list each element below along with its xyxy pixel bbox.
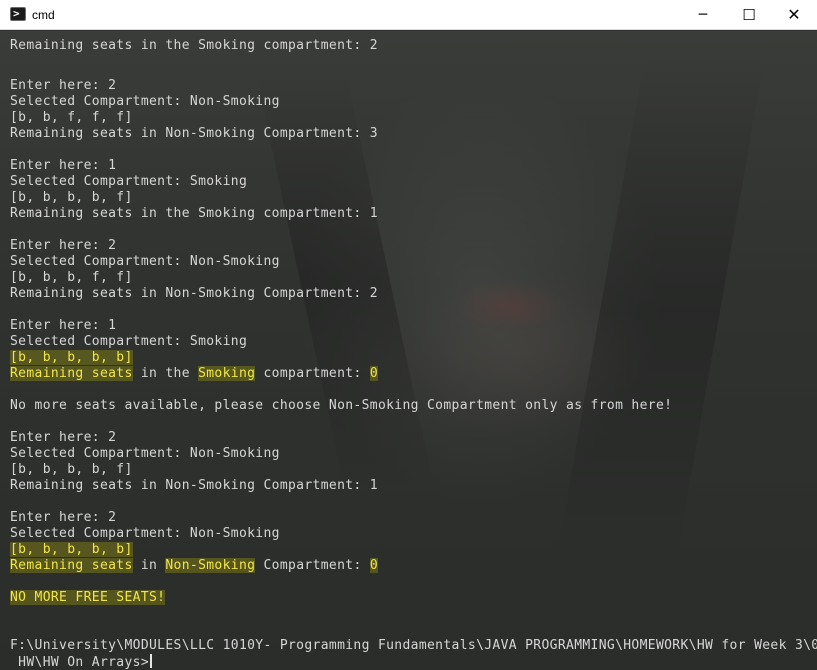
wallpaper-art: [554, 51, 766, 571]
console-text: HW\HW On Arrays>: [10, 655, 150, 670]
console-line: [b, b, b, f, f]: [10, 270, 133, 286]
console-line: Selected Compartment: Non-Smoking: [10, 446, 280, 462]
console-line: Remaining seats in the Smoking compartme…: [10, 206, 378, 222]
console-line: Selected Compartment: Non-Smoking: [10, 254, 280, 270]
console-text: Enter here: 1: [10, 158, 117, 173]
console-text: No more seats available, please choose N…: [10, 398, 673, 413]
console-line: Enter here: 2: [10, 78, 116, 94]
console-line: F:\University\MODULES\LLC 1010Y- Program…: [10, 638, 817, 654]
highlighted-text: 0: [369, 558, 378, 573]
console-line: Enter here: 1: [10, 318, 116, 334]
close-button[interactable]: ✕: [771, 0, 817, 30]
console-line: [b, b, b, b, b]: [10, 350, 133, 366]
console-line: Remaining seats in Non-Smoking Compartme…: [10, 126, 378, 142]
wallpaper-art: [455, 281, 565, 331]
console-text: F:\University\MODULES\LLC 1010Y- Program…: [10, 638, 817, 653]
console-text: Selected Compartment: Non-Smoking: [10, 254, 280, 269]
console-text: Remaining seats in Non-Smoking Compartme…: [10, 126, 378, 141]
console-line: NO MORE FREE SEATS!: [10, 590, 166, 606]
console-line: [b, b, b, b, f]: [10, 462, 133, 478]
console-text: Selected Compartment: Smoking: [10, 334, 248, 349]
highlighted-text: Remaining seats: [10, 366, 133, 381]
console-line: Selected Compartment: Smoking: [10, 334, 247, 350]
cmd-window: > cmd ─ ☐ ✕ Remaining seats in the Smoki…: [0, 0, 817, 670]
console-text: Remaining seats in the Smoking compartme…: [10, 206, 378, 221]
window-title: cmd: [32, 8, 55, 22]
console-text: Remaining seats in Non-Smoking Compartme…: [10, 286, 378, 301]
console-line: Enter here: 2: [10, 510, 116, 526]
console-text: [b, b, b, b, f]: [10, 190, 133, 205]
highlighted-text: [b, b, b, b, b]: [10, 350, 133, 365]
console-line: No more seats available, please choose N…: [10, 398, 672, 414]
console-text: Selected Compartment: Smoking: [10, 174, 248, 189]
console-text: [b, b, f, f, f]: [10, 110, 133, 125]
console-text: [b, b, b, b, f]: [10, 462, 133, 477]
console-text: Selected Compartment: Non-Smoking: [10, 526, 280, 541]
maximize-button[interactable]: ☐: [726, 0, 772, 30]
console-line: Selected Compartment: Non-Smoking: [10, 526, 280, 542]
highlighted-text: Non-Smoking: [165, 558, 256, 573]
console-line: Remaining seats in the Smoking compartme…: [10, 366, 378, 382]
console-text: in: [132, 558, 166, 573]
console-text: Selected Compartment: Non-Smoking: [10, 94, 280, 109]
console-text: Remaining seats in the Smoking compartme…: [10, 38, 378, 53]
console-line: [b, b, b, b, f]: [10, 190, 133, 206]
console-line: Selected Compartment: Smoking: [10, 174, 247, 190]
console-line: Enter here: 2: [10, 238, 116, 254]
minimize-button[interactable]: ─: [680, 0, 726, 30]
highlighted-text: [b, b, b, b, b]: [10, 542, 133, 557]
console-text: compartment:: [255, 366, 370, 381]
console-line: HW\HW On Arrays>: [10, 654, 153, 670]
console-text: in the: [132, 366, 199, 381]
console-line: [b, b, f, f, f]: [10, 110, 133, 126]
console-line: [b, b, b, b, b]: [10, 542, 133, 558]
text-cursor: [150, 654, 153, 668]
console-text: [b, b, b, f, f]: [10, 270, 133, 285]
highlighted-text: Smoking: [198, 366, 256, 381]
console-icon[interactable]: >: [10, 7, 26, 21]
console-text: Compartment:: [255, 558, 370, 573]
console-text: Remaining seats in Non-Smoking Compartme…: [10, 478, 378, 493]
console-line: Enter here: 2: [10, 430, 116, 446]
console-line: Selected Compartment: Non-Smoking: [10, 94, 280, 110]
highlighted-text: NO MORE FREE SEATS!: [10, 590, 166, 605]
highlighted-text: Remaining seats: [10, 558, 133, 573]
title-bar[interactable]: > cmd ─ ☐ ✕: [0, 0, 817, 30]
console-line: Remaining seats in Non-Smoking Compartme…: [10, 478, 378, 494]
console-text: Enter here: 2: [10, 510, 117, 525]
highlighted-text: 0: [369, 366, 378, 381]
console-output[interactable]: Remaining seats in the Smoking compartme…: [0, 31, 817, 670]
console-line: Remaining seats in Non-Smoking Compartme…: [10, 558, 378, 574]
console-text: Selected Compartment: Non-Smoking: [10, 446, 280, 461]
console-text: Enter here: 1: [10, 318, 117, 333]
console-line: Remaining seats in the Smoking compartme…: [10, 38, 378, 54]
console-text: Enter here: 2: [10, 78, 117, 93]
console-text: Enter here: 2: [10, 238, 117, 253]
console-line: Remaining seats in Non-Smoking Compartme…: [10, 286, 378, 302]
console-text: Enter here: 2: [10, 430, 117, 445]
console-line: Enter here: 1: [10, 158, 116, 174]
